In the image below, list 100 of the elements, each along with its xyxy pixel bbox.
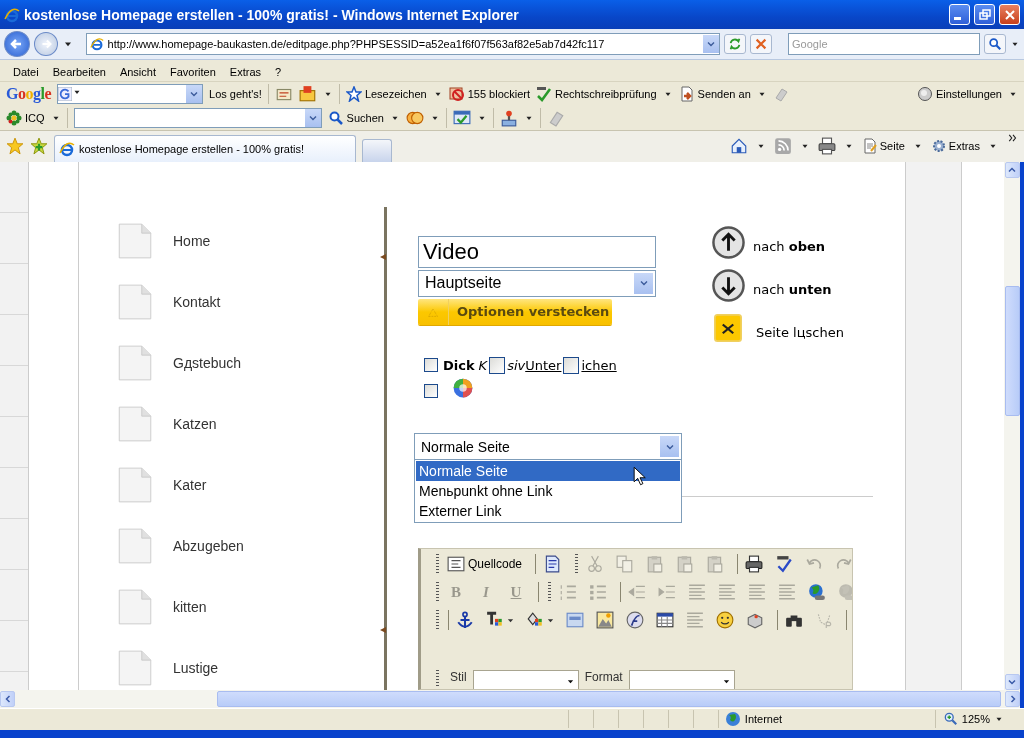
star-icon[interactable] [6, 137, 24, 156]
minimize-button[interactable] [949, 4, 970, 26]
menu-item[interactable]: Favoriten [163, 65, 223, 78]
zoom-button[interactable]: 125% [934, 710, 1024, 729]
window-check-icon[interactable] [452, 108, 471, 127]
title-field[interactable]: Video [418, 235, 656, 268]
smiley-icon [716, 611, 734, 630]
home-icon[interactable] [729, 137, 748, 156]
nav-link[interactable]: Home [173, 233, 211, 250]
source-code-icon [447, 555, 465, 574]
refresh-icon [728, 37, 743, 52]
star-icon [345, 86, 362, 103]
browser-tab[interactable]: kostenlose Homepage erstellen - 100% gratis! [54, 134, 356, 162]
toolbar-button[interactable]: Lesezeichen [345, 86, 427, 103]
scroll-up-icon[interactable] [1008, 165, 1016, 174]
collapse-arrow-icon[interactable] [380, 624, 386, 635]
restore-button[interactable] [974, 4, 995, 26]
command-button[interactable]: Seite [861, 138, 905, 155]
vertical-scrollbar[interactable] [1004, 161, 1020, 690]
printer-icon[interactable] [817, 137, 836, 156]
add-favorite-icon[interactable] [30, 137, 48, 156]
action-link[interactable]: nach unten [753, 273, 832, 297]
menu-item[interactable]: ? [268, 65, 289, 78]
google-logo: Google [6, 85, 51, 104]
nav-link[interactable]: Gдstebuch [173, 355, 242, 372]
globe-link-icon [838, 583, 852, 602]
text-align-icon [686, 611, 704, 630]
window-title: kostenlose Homepage erstellen - 100% gratis! - Windows Internet Explorer [24, 6, 520, 23]
dropdown-arrow-icon [566, 678, 574, 685]
go-button[interactable]: Los geht's! [209, 88, 262, 101]
address-field[interactable]: http://www.homepage-baukasten.de/editpage.php?PHPSESSID=a52ea1f6f07f563af82e5ab7d42fc117 [85, 33, 721, 56]
text-align-icon [688, 583, 706, 602]
page-type-select[interactable]: Normale Seite [414, 433, 682, 461]
nav-link[interactable]: Kontakt [173, 294, 221, 311]
toolbar-grip[interactable] [436, 610, 439, 631]
toolbar-grip[interactable] [436, 670, 439, 687]
delete-icon[interactable] [714, 314, 742, 343]
feed-icon[interactable] [773, 137, 792, 156]
scroll-thumb[interactable] [217, 690, 1001, 707]
hide-options-button[interactable]: Optionen verstecken [418, 298, 612, 325]
style-combo[interactable] [628, 670, 735, 689]
format-option-label: ichen [581, 357, 617, 373]
toolbar-grip[interactable] [548, 582, 551, 603]
checkbox[interactable] [563, 356, 580, 374]
gear-icon [930, 138, 947, 155]
action-link[interactable]: nach oben [753, 230, 826, 254]
chevron-icon[interactable] [1008, 132, 1018, 143]
checkbox[interactable] [489, 356, 506, 374]
close-button[interactable] [999, 4, 1020, 26]
scroll-left-icon[interactable] [3, 694, 12, 703]
command-button[interactable]: Extras [930, 138, 980, 155]
collapse-arrow-icon[interactable] [380, 251, 386, 262]
toolbar-grip[interactable] [436, 582, 439, 603]
nav-link[interactable]: Kater [173, 477, 207, 494]
nav-link[interactable]: Abzugeben [173, 538, 244, 555]
nav-link[interactable]: kitten [173, 599, 207, 616]
dropdown-option[interactable]: Menьpunkt ohne Link [416, 481, 680, 502]
back-button[interactable] [4, 31, 30, 58]
dropdown-option[interactable]: Externer Link [416, 501, 680, 522]
send-icon [678, 86, 695, 103]
menu-item[interactable]: Ansicht [112, 65, 163, 78]
menu-item[interactable]: Datei [6, 65, 46, 78]
scroll-thumb[interactable] [1004, 285, 1020, 416]
toolbar-button[interactable]: Rechtschreibprüfung [536, 86, 657, 103]
zoom-icon [943, 712, 958, 727]
text-align-icon [718, 583, 736, 602]
bullet-list-icon [589, 583, 607, 602]
toolbar-grip[interactable] [575, 554, 579, 575]
scroll-down-icon[interactable] [1008, 677, 1016, 686]
search-field[interactable]: Google [788, 33, 981, 56]
toolbar-button[interactable]: 155 blockiert [448, 86, 531, 103]
action-link[interactable]: Seite lцschen [756, 316, 844, 340]
stop-button[interactable] [750, 34, 773, 55]
toolbar-button[interactable]: Senden an [678, 86, 751, 103]
toolbar-grip[interactable] [436, 554, 439, 575]
scroll-right-icon[interactable] [1008, 694, 1017, 703]
search-button[interactable]: Suchen [327, 109, 384, 126]
icq-button[interactable]: ICQ [6, 109, 45, 126]
text-align-icon [748, 583, 766, 602]
checkbox[interactable] [424, 358, 438, 373]
dropdown-arrow-icon [722, 678, 730, 685]
search-button[interactable] [984, 34, 1006, 55]
clipboard-icon [676, 555, 695, 574]
toolbar-button[interactable]: Quellcode [444, 552, 526, 577]
spellcheck-icon [775, 555, 794, 574]
search-combo[interactable] [57, 84, 203, 105]
parent-page-select[interactable]: Hauptseite [418, 269, 656, 297]
style-combo[interactable] [472, 670, 579, 689]
search-field[interactable] [73, 107, 322, 128]
nav-link[interactable]: Katzen [173, 416, 217, 433]
settings-button[interactable]: Einstellungen [916, 86, 1002, 103]
color-wheel-icon[interactable] [453, 377, 473, 398]
refresh-button[interactable] [724, 34, 747, 55]
joystick-icon[interactable] [499, 108, 518, 127]
checkbox[interactable] [424, 383, 438, 398]
menu-item[interactable]: Extras [222, 65, 269, 78]
menu-item[interactable]: Bearbeiten [45, 65, 113, 78]
dropdown-option[interactable]: Normale Seite [416, 461, 680, 482]
nav-link[interactable]: Lustige [173, 660, 219, 677]
combo-label: Stil [450, 670, 467, 685]
